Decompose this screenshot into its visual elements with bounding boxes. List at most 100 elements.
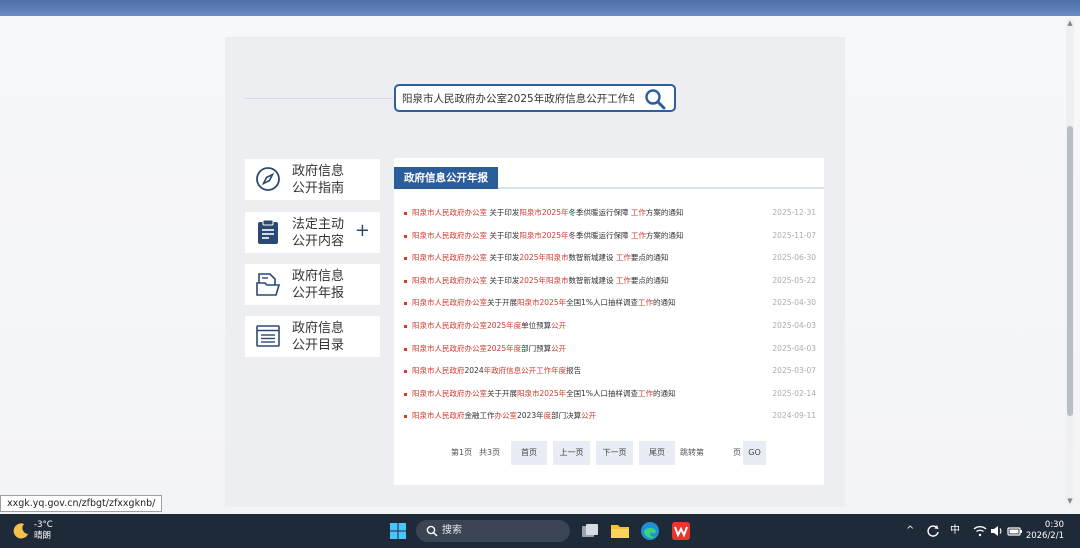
- prev-page-button[interactable]: 上一页: [553, 441, 590, 465]
- page-jump-input[interactable]: [706, 441, 733, 465]
- page-content: 阳泉市人民政府办公室2025年政府信息公开工作年度 政府信息 公开指南 法定主动…: [225, 37, 845, 507]
- first-page-button[interactable]: 首页: [511, 441, 547, 465]
- news-title-link[interactable]: 阳泉市人民政府办公室2025年度部门预算公开: [412, 341, 757, 357]
- wps-office-icon[interactable]: [671, 521, 691, 541]
- news-title-link[interactable]: 阳泉市人民政府金融工作办公室2023年度部门决算公开: [412, 408, 757, 424]
- news-title-segment: 关于开展: [487, 388, 517, 398]
- news-title-segment: 部门决算: [551, 411, 582, 421]
- news-title-link[interactable]: 阳泉市人民政府2024年政府信息公开工作年度报告: [412, 363, 757, 379]
- news-title-segment: 单位预算: [521, 320, 552, 330]
- bullet-icon: [404, 234, 407, 238]
- news-title-segment: 阳泉市人民政府办公室2025年度: [412, 343, 522, 353]
- sidebar-item-catalog[interactable]: 政府信息 公开目录: [245, 316, 380, 357]
- system-clock[interactable]: 0:30 2026/2/1: [1026, 520, 1064, 542]
- news-title-link[interactable]: 阳泉市人民政府办公室2025年度单位预算公开: [412, 318, 757, 334]
- expand-plus-icon[interactable]: +: [355, 222, 370, 240]
- scrollbar-thumb[interactable]: [1067, 126, 1073, 416]
- news-title-segment: 度: [543, 411, 552, 421]
- windows-start-icon[interactable]: [390, 523, 406, 539]
- search-icon: [426, 525, 438, 537]
- taskbar-search[interactable]: 搜索: [416, 520, 570, 542]
- page-info: 第1页: [451, 448, 473, 457]
- last-page-button[interactable]: 尾页: [639, 441, 675, 465]
- news-title-segment: 阳泉市人民政府: [412, 366, 465, 376]
- news-list-item[interactable]: 阳泉市人民政府办公室 关于印发2025年阳泉市数智新城建设 工作要点的通知 202…: [404, 273, 816, 296]
- moon-icon: [13, 523, 28, 539]
- news-list-item[interactable]: 阳泉市人民政府办公室关于开展阳泉市2025年全国1%人口抽样调查工作的通知 202…: [404, 386, 816, 409]
- news-title-link[interactable]: 阳泉市人民政府办公室关于开展阳泉市2025年全国1%人口抽样调查工作的通知: [412, 295, 757, 311]
- news-title-segment: 关于开展: [487, 298, 517, 308]
- news-title-segment: 公开: [581, 411, 597, 421]
- search-divider: [245, 98, 393, 99]
- scroll-down-icon[interactable]: ▼: [1067, 498, 1073, 505]
- news-title-segment: 阳泉市2025年: [519, 208, 569, 217]
- clipboard-icon: [258, 219, 278, 244]
- sidebar-item-guide[interactable]: 政府信息 公开指南: [245, 159, 380, 200]
- window-top-strip: [0, 0, 1080, 16]
- bullet-icon: [404, 279, 407, 283]
- news-title-segment: 阳泉市2025年: [519, 230, 569, 240]
- sync-icon[interactable]: [926, 524, 940, 538]
- battery-icon[interactable]: [1007, 525, 1023, 537]
- go-button[interactable]: GO: [743, 441, 766, 465]
- news-date: 2025-04-03: [772, 343, 816, 353]
- news-title-segment: 冬季供暖运行保障: [568, 208, 631, 217]
- news-title-segment: 2023年: [517, 411, 544, 421]
- news-title-segment: 冬季供暖运行保障: [568, 230, 631, 240]
- search-box[interactable]: 阳泉市人民政府办公室2025年政府信息公开工作年度: [394, 84, 676, 112]
- sidebar-item-statutory[interactable]: 法定主动 公开内容 +: [245, 212, 380, 253]
- bullet-icon: [404, 324, 407, 328]
- news-list-item[interactable]: 阳泉市人民政府2024年政府信息公开工作年度报告 2025-03-07: [404, 363, 816, 386]
- task-view-icon[interactable]: [580, 521, 600, 541]
- sidebar-item-annual-report[interactable]: 政府信息 公开年报: [245, 264, 380, 305]
- sidebar-item-label: 公开内容: [292, 234, 345, 249]
- news-list-item[interactable]: 阳泉市人民政府办公室2025年度单位预算公开 2025-04-03: [404, 318, 816, 341]
- news-list-item[interactable]: 阳泉市人民政府办公室 关于印发阳泉市2025年冬季供暖运行保障 工作方案的通知 2…: [404, 228, 816, 251]
- news-title-link[interactable]: 阳泉市人民政府办公室关于开展阳泉市2025年全国1%人口抽样调查工作的通知: [412, 386, 757, 402]
- news-title-segment: 阳泉市2025年: [517, 298, 567, 308]
- clock-date: 2026/2/1: [1025, 531, 1064, 541]
- news-date: 2025-02-14: [772, 388, 816, 398]
- news-title-link[interactable]: 阳泉市人民政府办公室 关于印发阳泉市2025年冬季供暖运行保障 工作方案的通知: [412, 228, 757, 244]
- edge-browser-icon[interactable]: [640, 521, 660, 541]
- news-list-item[interactable]: 阳泉市人民政府金融工作办公室2023年度部门决算公开 2024-09-11: [404, 408, 816, 431]
- news-title-link[interactable]: 阳泉市人民政府办公室 关于印发2025年阳泉市数智新城建设 工作要点的通知: [412, 250, 757, 266]
- page-unit-label: 页: [733, 448, 741, 457]
- wifi-icon[interactable]: [973, 525, 987, 537]
- news-title-segment: 方案的通知: [645, 230, 684, 240]
- news-list-item[interactable]: 阳泉市人民政府办公室关于开展阳泉市2025年全国1%人口抽样调查工作的通知 202…: [404, 295, 816, 318]
- taskbar-search-placeholder: 搜索: [442, 525, 462, 536]
- search-button[interactable]: [644, 88, 666, 110]
- list-icon: [256, 325, 280, 347]
- jump-label: 跳转第: [680, 448, 704, 457]
- news-list-item[interactable]: 阳泉市人民政府办公室 关于印发2025年阳泉市数智新城建设 工作要点的通知 202…: [404, 250, 816, 273]
- news-title-segment: 公开: [551, 343, 567, 353]
- scroll-up-icon[interactable]: ▲: [1067, 20, 1073, 27]
- total-pages: 共3页: [479, 448, 501, 457]
- news-title-link[interactable]: 阳泉市人民政府办公室 关于印发阳泉市2025年冬季供暖运行保障 工作方案的通知: [412, 205, 757, 221]
- bullet-icon: [404, 370, 407, 374]
- news-title-link[interactable]: 阳泉市人民政府办公室 关于印发2025年阳泉市数智新城建设 工作要点的通知: [412, 273, 757, 289]
- news-list-item[interactable]: 阳泉市人民政府办公室 关于印发阳泉市2025年冬季供暖运行保障 工作方案的通知 2…: [404, 205, 816, 228]
- news-list: 阳泉市人民政府办公室 关于印发阳泉市2025年冬季供暖运行保障 工作方案的通知 2…: [404, 205, 816, 431]
- news-list-item[interactable]: 阳泉市人民政府办公室2025年度部门预算公开 2025-04-03: [404, 341, 816, 364]
- news-title-segment: 阳泉市人民政府办公室: [412, 230, 487, 240]
- sidebar-item-label: 公开年报: [292, 286, 345, 301]
- weather-condition: 晴朗: [34, 531, 52, 541]
- news-date: 2025-04-03: [772, 320, 816, 330]
- status-bar-url: xxgk.yq.gov.cn/zfbgt/zfxxgknb/: [0, 495, 163, 512]
- sidebar-item-label: 政府信息: [292, 269, 345, 284]
- ime-indicator[interactable]: 中: [950, 514, 960, 548]
- next-page-button[interactable]: 下一页: [596, 441, 633, 465]
- bullet-icon: [404, 347, 407, 351]
- tray-overflow-icon[interactable]: ^: [906, 514, 914, 548]
- file-explorer-icon[interactable]: [610, 521, 630, 541]
- panel-title[interactable]: 政府信息公开年报: [394, 167, 498, 189]
- news-date: 2025-04-30: [772, 298, 816, 308]
- news-title-segment: 2025年阳泉市: [519, 275, 569, 285]
- news-title-segment: 数智新城建设: [568, 253, 616, 263]
- search-input[interactable]: 阳泉市人民政府办公室2025年政府信息公开工作年度: [402, 91, 634, 106]
- news-date: 2025-11-07: [772, 230, 816, 240]
- news-title-segment: 金融工作: [464, 411, 495, 421]
- volume-icon[interactable]: [990, 525, 1004, 537]
